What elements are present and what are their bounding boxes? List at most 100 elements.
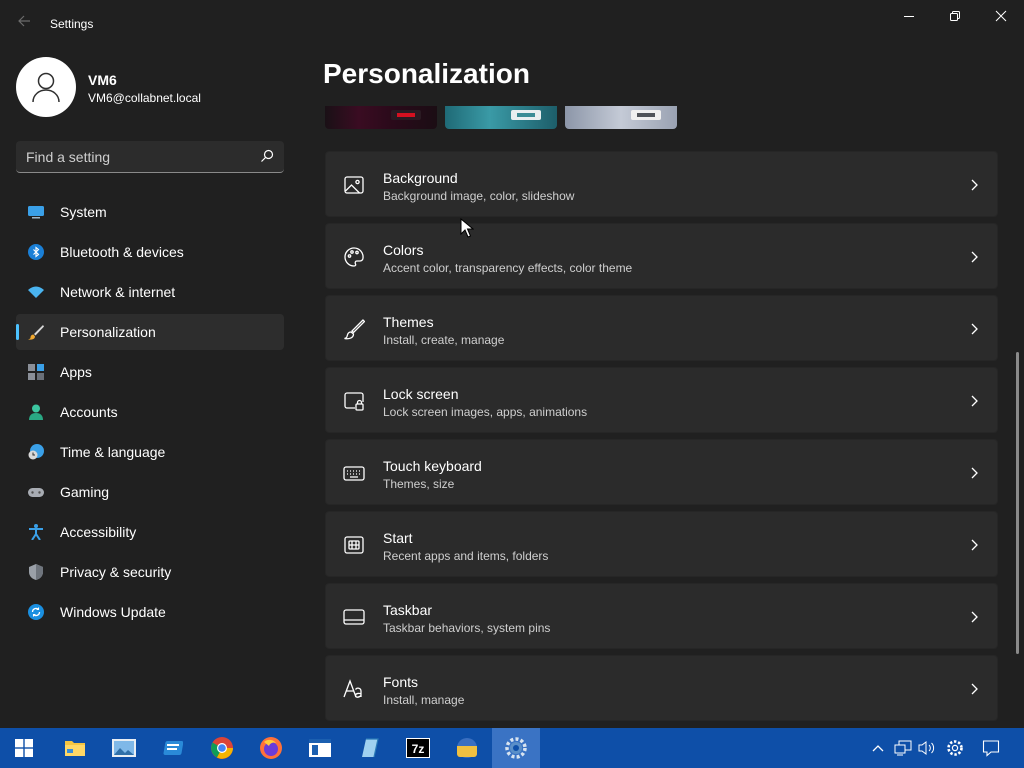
brush-icon [28, 325, 44, 340]
sidebar-item-accounts[interactable]: Accounts [16, 394, 284, 430]
windows-start-icon [15, 739, 33, 757]
search-icon[interactable] [260, 149, 274, 163]
sidebar-item-label: Time & language [60, 444, 166, 460]
sidebar-item-label: System [60, 204, 107, 220]
system-icon [28, 206, 44, 219]
close-button[interactable] [978, 0, 1024, 32]
card-title: Background [383, 170, 458, 186]
card-start[interactable]: Start Recent apps and items, folders [325, 511, 998, 577]
taskbar-settings[interactable] [492, 728, 540, 768]
tray-network[interactable] [892, 728, 914, 768]
search-box[interactable] [16, 141, 284, 173]
scrollbar-thumb[interactable] [1016, 352, 1019, 654]
back-arrow-icon[interactable] [10, 12, 38, 36]
folder-app-icon [457, 738, 477, 758]
card-background[interactable]: Background Background image, color, slid… [325, 151, 998, 217]
taskbar-image-viewer[interactable] [100, 728, 148, 768]
sidebar-item-system[interactable]: System [16, 194, 284, 230]
taskbar-firefox[interactable] [247, 728, 295, 768]
firefox-icon [260, 737, 282, 759]
image-icon [343, 174, 365, 196]
tray-volume[interactable] [916, 728, 938, 768]
taskbar-folder-app[interactable] [443, 728, 491, 768]
tray-notifications[interactable] [980, 728, 1002, 768]
tray-settings[interactable] [944, 728, 966, 768]
settings-list: Background Background image, color, slid… [325, 151, 998, 727]
taskbar-chrome[interactable] [198, 728, 246, 768]
taskbar-file-explorer[interactable] [51, 728, 99, 768]
sidebar-item-accessibility[interactable]: Accessibility [16, 514, 284, 550]
card-colors[interactable]: Colors Accent color, transparency effect… [325, 223, 998, 289]
card-taskbar[interactable]: Taskbar Taskbar behaviors, system pins [325, 583, 998, 649]
chevron-right-icon [971, 683, 978, 695]
card-title: Touch keyboard [383, 458, 482, 474]
restore-icon [950, 11, 960, 21]
accounts-icon [29, 404, 43, 420]
card-subtitle: Install, manage [383, 693, 465, 707]
lock-screen-icon [343, 390, 365, 412]
card-title: Fonts [383, 674, 419, 690]
title-bar: Settings [0, 0, 1024, 48]
user-name: VM6 [88, 72, 117, 88]
card-title: Start [383, 530, 413, 546]
user-email: VM6@collabnet.local [88, 91, 201, 105]
card-subtitle: Background image, color, slideshow [383, 189, 575, 203]
tray-overflow[interactable] [868, 728, 888, 768]
apps-icon [28, 364, 44, 380]
card-subtitle: Accent color, transparency effects, colo… [383, 261, 633, 275]
sidebar-item-label: Apps [60, 364, 92, 380]
sidebar-item-network[interactable]: Network & internet [16, 274, 284, 310]
theme-thumbnail[interactable] [445, 106, 557, 129]
gamepad-icon [28, 488, 44, 497]
update-icon [28, 604, 44, 620]
keyboard-icon [343, 462, 365, 484]
taskbar-7zip[interactable]: 7z [394, 728, 442, 768]
sidebar-item-time-language[interactable]: Time & language [16, 434, 284, 470]
theme-thumbnail[interactable] [325, 106, 437, 129]
taskbar-icon [343, 606, 365, 628]
sidebar-item-privacy-security[interactable]: Privacy & security [16, 554, 284, 590]
sidebar-item-label: Accessibility [60, 524, 137, 540]
sidebar-item-label: Personalization [60, 324, 156, 340]
sidebar-item-windows-update[interactable]: Windows Update [16, 594, 284, 630]
card-subtitle: Install, create, manage [383, 333, 505, 347]
bluetooth-icon [28, 244, 44, 260]
chevron-right-icon [971, 467, 978, 479]
card-touch-keyboard[interactable]: Touch keyboard Themes, size [325, 439, 998, 505]
theme-thumbnail[interactable] [565, 106, 677, 129]
minimize-button[interactable] [886, 0, 932, 32]
card-title: Colors [383, 242, 424, 258]
document-app-icon [309, 739, 331, 757]
brush-icon [343, 318, 366, 340]
taskbar-editor-app[interactable] [345, 728, 393, 768]
settings-icon [505, 737, 527, 759]
taskbar-notepad[interactable] [149, 728, 197, 768]
svg-text:7z: 7z [412, 742, 425, 756]
card-themes[interactable]: Themes Install, create, manage [325, 295, 998, 361]
chevron-right-icon [971, 611, 978, 623]
sidebar-item-gaming[interactable]: Gaming [16, 474, 284, 510]
card-title: Themes [383, 314, 434, 330]
notepad-icon [163, 741, 183, 755]
taskbar-document-app[interactable] [296, 728, 344, 768]
sidebar-item-apps[interactable]: Apps [16, 354, 284, 390]
card-fonts[interactable]: Fonts Install, manage [325, 655, 998, 721]
card-lock-screen[interactable]: Lock screen Lock screen images, apps, an… [325, 367, 998, 433]
avatar[interactable] [16, 57, 76, 117]
search-input[interactable] [26, 141, 246, 172]
sidebar-item-personalization[interactable]: Personalization [16, 314, 284, 350]
user-icon [32, 72, 60, 103]
taskbar-preview [511, 110, 541, 120]
card-subtitle: Themes, size [383, 477, 455, 491]
card-subtitle: Lock screen images, apps, animations [383, 405, 588, 419]
sidebar-item-bluetooth[interactable]: Bluetooth & devices [16, 234, 284, 270]
sidebar-item-label: Network & internet [60, 284, 176, 300]
taskbar-preview [391, 110, 421, 120]
fonts-icon [343, 678, 365, 700]
windows-start-button[interactable] [0, 728, 48, 768]
taskbar: 7z [0, 728, 1024, 768]
gear-icon [947, 740, 963, 756]
accessibility-icon [29, 524, 43, 540]
restore-button[interactable] [932, 0, 978, 32]
page-title: Personalization [323, 58, 530, 89]
